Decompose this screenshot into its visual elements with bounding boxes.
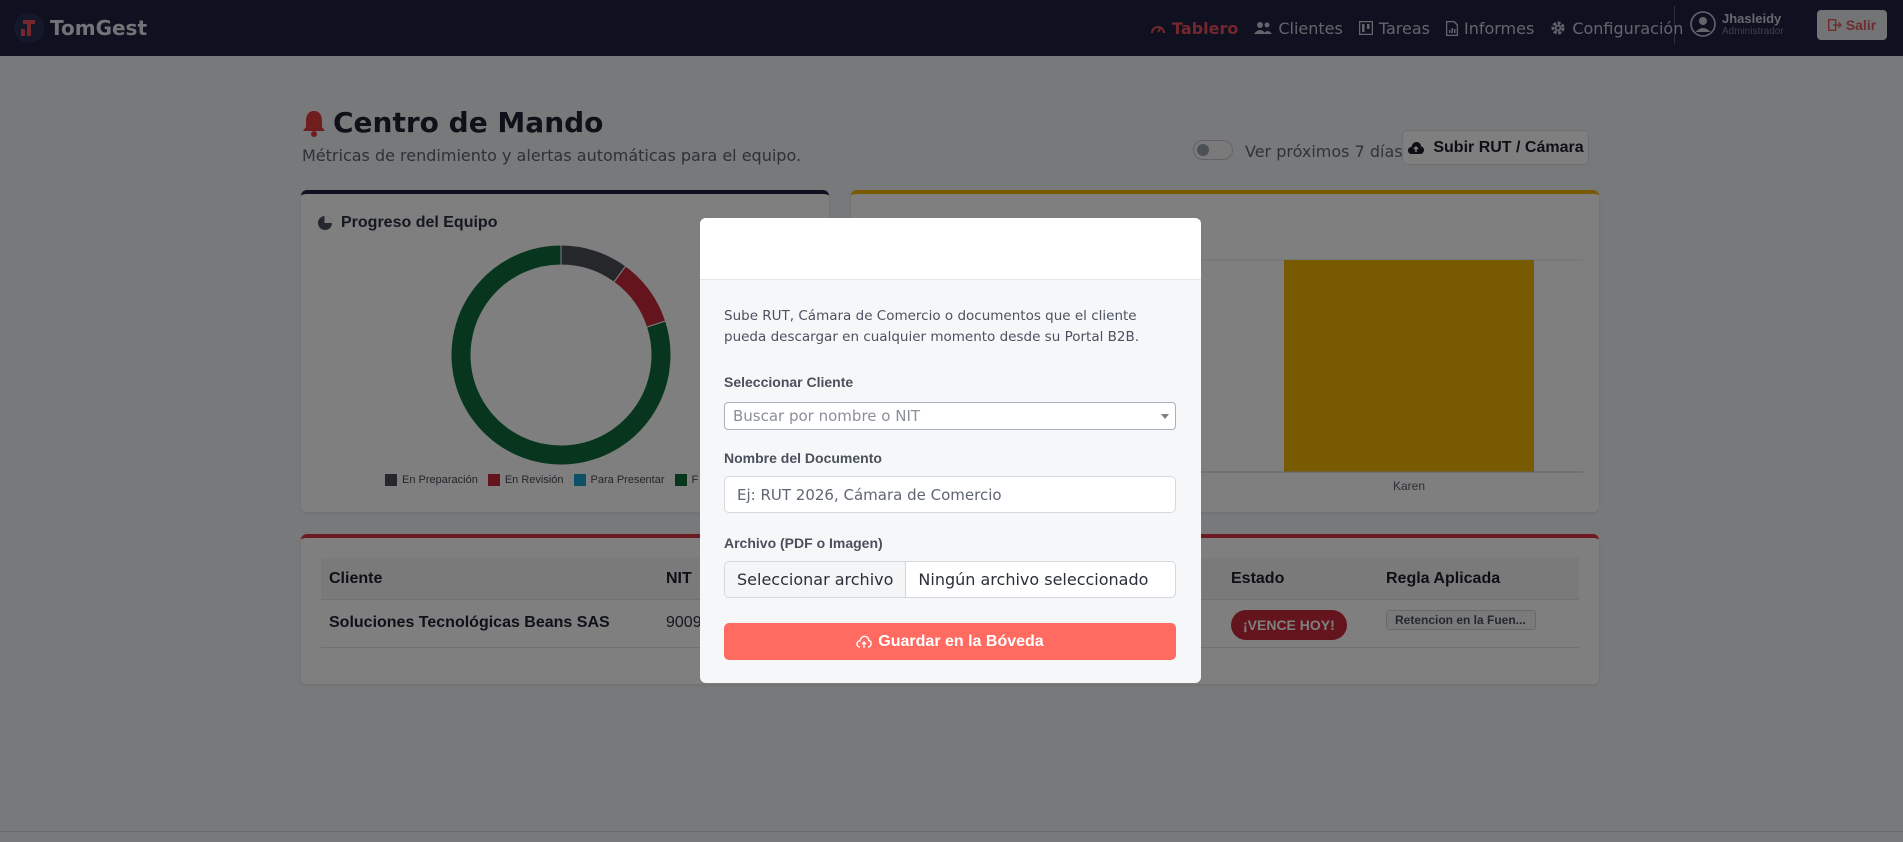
select-file-button[interactable]: Seleccionar archivo (725, 562, 907, 597)
modal-description: Sube RUT, Cámara de Comercio o documento… (724, 308, 1140, 345)
save-to-vault-button[interactable]: Guardar en la Bóveda (724, 623, 1176, 660)
document-name-label: Nombre del Documento (724, 450, 882, 466)
file-label: Archivo (PDF o Imagen) (724, 535, 883, 551)
save-to-vault-label: Guardar en la Bóveda (878, 632, 1044, 650)
modal-header (700, 218, 1201, 280)
cloud-upload-icon (856, 635, 873, 648)
client-select-placeholder: Buscar por nombre o NIT (733, 407, 921, 425)
client-select-label: Seleccionar Cliente (724, 374, 854, 390)
chevron-down-icon (1161, 414, 1169, 419)
document-name-input[interactable] (724, 476, 1176, 513)
file-input[interactable]: Seleccionar archivo Ningún archivo selec… (724, 561, 1176, 598)
file-status: Ningún archivo seleccionado (918, 570, 1149, 589)
upload-document-modal: Sube RUT, Cámara de Comercio o documento… (700, 218, 1201, 683)
client-select[interactable]: Buscar por nombre o NIT (724, 402, 1176, 430)
